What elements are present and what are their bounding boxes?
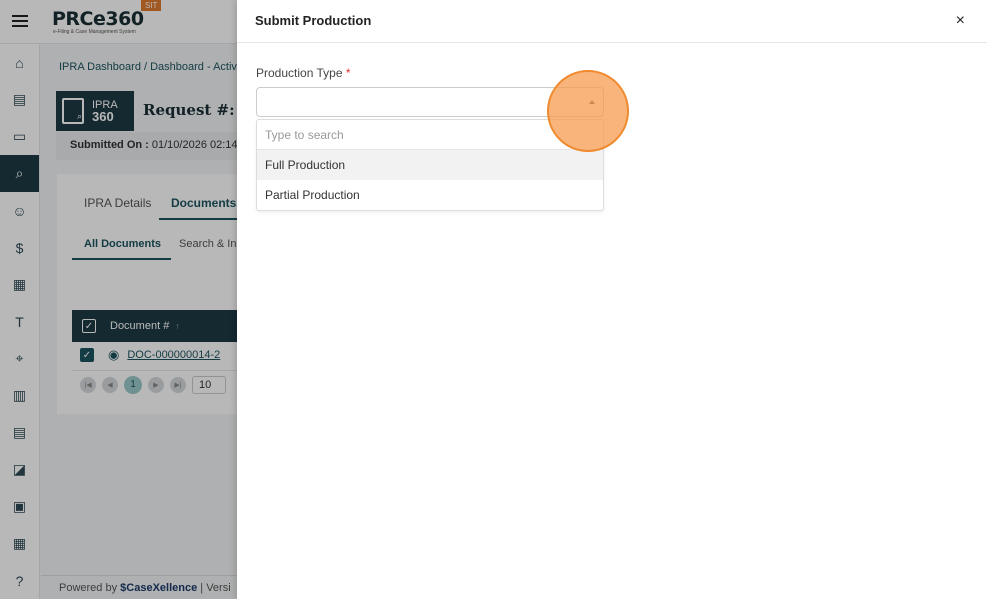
click-indicator — [547, 70, 629, 152]
drawer-title: Submit Production — [255, 13, 372, 28]
close-icon[interactable]: × — [956, 12, 965, 30]
production-type-label: Production Type * — [256, 66, 351, 80]
modal-overlay[interactable] — [0, 0, 237, 599]
required-mark: * — [345, 66, 351, 80]
dropdown-search-input[interactable] — [265, 128, 595, 142]
production-type-dropdown: Full Production Partial Production — [256, 119, 604, 211]
production-type-label-text: Production Type — [256, 66, 343, 80]
option-partial-production[interactable]: Partial Production — [257, 180, 603, 210]
drawer-header: Submit Production × — [237, 0, 987, 43]
option-full-production[interactable]: Full Production — [257, 150, 603, 180]
